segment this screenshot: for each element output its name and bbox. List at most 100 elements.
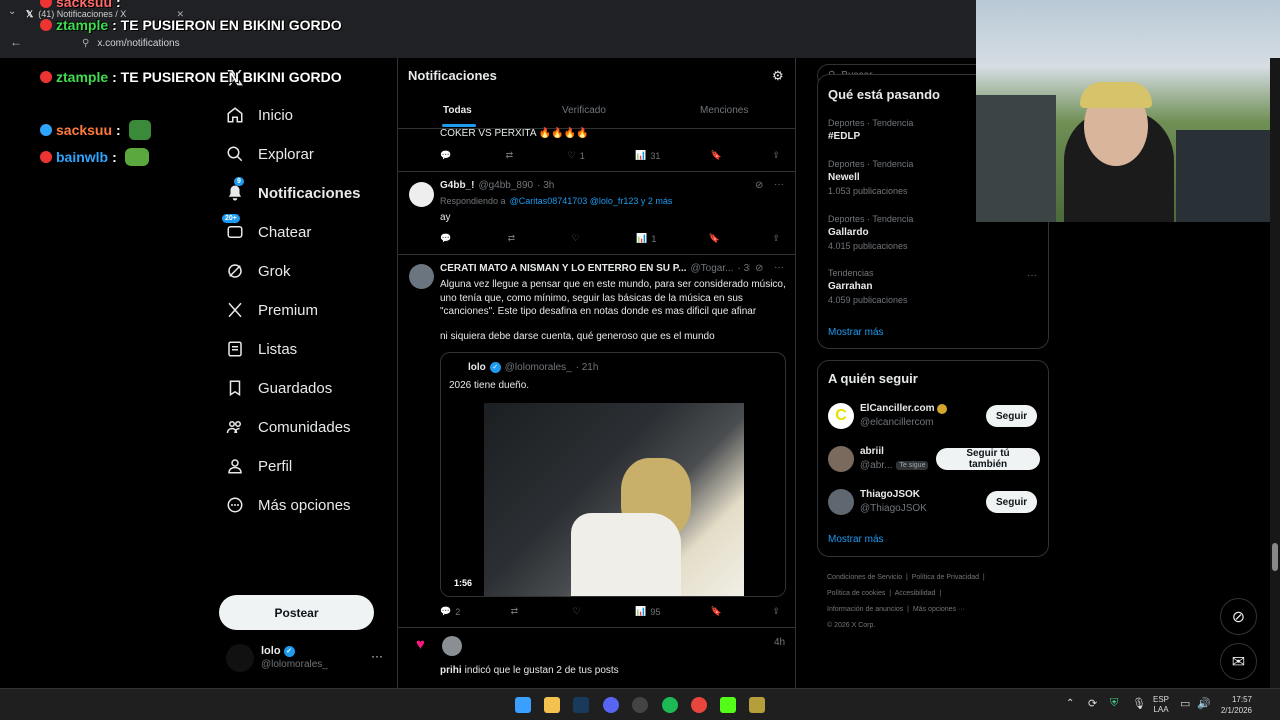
reply-button[interactable]: 💬 2 <box>440 606 460 617</box>
post-author-handle[interactable]: @Togar... <box>691 263 734 274</box>
sidebar-item-grok[interactable]: Grok <box>226 262 291 280</box>
microphone-icon[interactable]: 🎙 <box>1132 697 1146 710</box>
repost-button[interactable]: ⇄ <box>506 150 518 161</box>
follow-button[interactable]: Seguir <box>986 491 1038 513</box>
footer-link[interactable]: Política de Privacidad <box>912 574 979 581</box>
avatar[interactable] <box>409 264 434 289</box>
tab-list-icon[interactable]: ⌄ <box>8 6 16 17</box>
sidebar-item-notificaciones[interactable]: 9 Notificaciones <box>226 177 361 202</box>
follow-suggestion[interactable]: C ElCanciller.com @elcancillercom Seguir <box>828 401 1040 431</box>
scrollbar-thumb[interactable] <box>1272 543 1278 571</box>
address-bar[interactable]: ⚲ x.com/notifications <box>82 34 962 52</box>
sidebar-item-mas-opciones[interactable]: Más opciones <box>226 496 351 514</box>
sidebar-item-premium[interactable]: Premium <box>226 301 318 319</box>
sidebar-item-guardados[interactable]: Guardados <box>226 379 332 397</box>
grok-icon[interactable]: ⊘ <box>755 263 763 274</box>
more-horizontal-icon[interactable]: ··· <box>774 262 784 273</box>
video-player[interactable]: 1:56 <box>441 403 785 596</box>
sidebar-item-inicio[interactable]: Inicio <box>226 106 293 124</box>
x-logo-icon[interactable]: 𝕏 <box>227 66 243 91</box>
reply-button[interactable]: 💬 <box>440 233 455 244</box>
notification-user[interactable]: prihi <box>440 665 462 676</box>
like-button[interactable]: ♡ <box>573 606 585 617</box>
post-author-name[interactable]: CERATI MATO A NISMAN Y LO ENTERRO EN SU … <box>440 263 687 274</box>
site-info-icon[interactable]: ⚲ <box>82 38 89 49</box>
views-button[interactable]: 📊 95 <box>635 606 660 617</box>
post-button[interactable]: Postear <box>219 595 374 630</box>
network-icon[interactable]: ⟳ <box>1088 697 1097 710</box>
post-time[interactable]: · 3h <box>537 180 554 191</box>
repost-button[interactable]: ⇄ <box>508 233 520 244</box>
display-icon[interactable]: ▭ <box>1180 697 1190 710</box>
footer-link[interactable]: Política de cookies <box>827 590 885 597</box>
views-button[interactable]: 📊 31 <box>635 150 660 161</box>
footer-link[interactable]: Accesibilidad <box>895 590 936 597</box>
post-author-handle[interactable]: @g4bb_890 <box>478 180 533 191</box>
like-button[interactable]: ♡ 1 <box>568 150 585 161</box>
share-button[interactable]: ⇪ <box>772 233 780 244</box>
shield-icon[interactable]: ⛨ <box>1110 697 1118 710</box>
volume-icon[interactable]: 🔊 <box>1197 697 1211 710</box>
post-time[interactable]: · 3h <box>737 263 750 274</box>
footer-link[interactable]: Información de anuncios <box>827 606 903 613</box>
share-button[interactable]: ⇪ <box>772 606 780 617</box>
trend-item[interactable]: Deportes · Tendencia Newell 1.053 public… <box>828 159 913 196</box>
grok-fab[interactable]: ⊘ <box>1220 598 1257 635</box>
windows-start-icon[interactable] <box>515 697 531 713</box>
avatar[interactable] <box>409 182 434 207</box>
kick-icon[interactable] <box>720 697 736 713</box>
like-button[interactable]: ♡ <box>572 233 584 244</box>
chrome-icon[interactable] <box>691 697 707 713</box>
discord-icon[interactable] <box>603 697 619 713</box>
app-icon[interactable] <box>749 697 765 713</box>
sidebar-item-chatear[interactable]: 20+ Chatear <box>222 214 311 241</box>
tab-verificado[interactable]: Verificado <box>562 105 606 116</box>
follow-button[interactable]: Seguir <box>986 405 1038 427</box>
obs-icon[interactable] <box>632 697 648 713</box>
trend-item[interactable]: Deportes · Tendencia Gallardo 4.015 publ… <box>828 214 913 251</box>
sidebar-item-perfil[interactable]: Perfil <box>226 457 292 475</box>
sidebar-item-comunidades[interactable]: Comunidades <box>226 418 351 436</box>
more-horizontal-icon[interactable]: ··· <box>1027 270 1037 281</box>
repost-button[interactable]: ⇄ <box>511 606 523 617</box>
follow-suggestion[interactable]: ThiagoJSOK @ThiagoJSOK Seguir <box>828 487 1040 517</box>
file-explorer-icon[interactable] <box>544 697 560 713</box>
reply-button[interactable]: 💬 <box>440 150 455 161</box>
spotify-icon[interactable] <box>662 697 678 713</box>
trend-item[interactable]: Tendencias Garrahan 4.059 publicaciones <box>828 268 908 305</box>
clock[interactable]: 17:57 2/1/2026 <box>1214 694 1252 716</box>
replying-to-links[interactable]: @Caritas08741703 @lolo_fr123 y 2 más <box>510 196 673 206</box>
show-more-follow-link[interactable]: Mostrar más <box>828 534 884 545</box>
grok-icon[interactable]: ⊘ <box>755 180 763 191</box>
more-horizontal-icon[interactable]: ··· <box>774 179 784 190</box>
settings-gear-icon[interactable]: ⚙ <box>772 68 784 84</box>
footer-link[interactable]: Más opciones ··· <box>913 606 965 613</box>
bookmark-button[interactable]: 🔖 <box>709 233 720 244</box>
steam-icon[interactable] <box>573 697 589 713</box>
chevron-up-icon[interactable]: ⌃ <box>1066 698 1074 709</box>
quoted-post[interactable]: lolo ✓ @lolomorales_ · 21h 2026 tiene du… <box>440 352 786 597</box>
share-button[interactable]: ⇪ <box>772 150 780 161</box>
back-icon[interactable]: ← <box>10 35 22 49</box>
views-button[interactable]: 📊 1 <box>636 233 656 244</box>
bookmark-button[interactable]: 🔖 <box>711 606 722 617</box>
bookmark-button[interactable]: 🔖 <box>711 150 722 161</box>
footer-link[interactable]: Condiciones de Servicio <box>827 574 902 581</box>
account-switcher[interactable]: lolo ✓ @lolomorales_ ··· <box>226 642 386 676</box>
page-scrollbar[interactable] <box>1270 58 1280 688</box>
language-indicator[interactable]: ESP LAA <box>1153 695 1169 715</box>
tab-menciones[interactable]: Menciones <box>700 105 748 116</box>
messages-fab[interactable]: ✉ <box>1220 643 1257 680</box>
avatar[interactable] <box>442 636 462 656</box>
post-author-name[interactable]: G4bb_! <box>440 180 474 191</box>
browser-tab[interactable]: 𝕏 (41) Notificaciones / X ✕ <box>26 6 184 22</box>
sidebar-item-listas[interactable]: Listas <box>226 340 297 358</box>
show-more-trends-link[interactable]: Mostrar más <box>828 327 884 338</box>
follow-suggestion[interactable]: abriil @abr... Te sigue Seguir tú tambié… <box>828 444 1040 474</box>
tab-todas[interactable]: Todas <box>443 105 472 116</box>
sidebar-item-explorar[interactable]: Explorar <box>226 145 314 163</box>
follow-back-button[interactable]: Seguir tú también <box>936 448 1040 470</box>
close-tab-icon[interactable]: ✕ <box>176 9 184 20</box>
more-horizontal-icon[interactable]: ··· <box>371 649 383 663</box>
trend-item[interactable]: Deportes · Tendencia #EDLP <box>828 118 913 142</box>
